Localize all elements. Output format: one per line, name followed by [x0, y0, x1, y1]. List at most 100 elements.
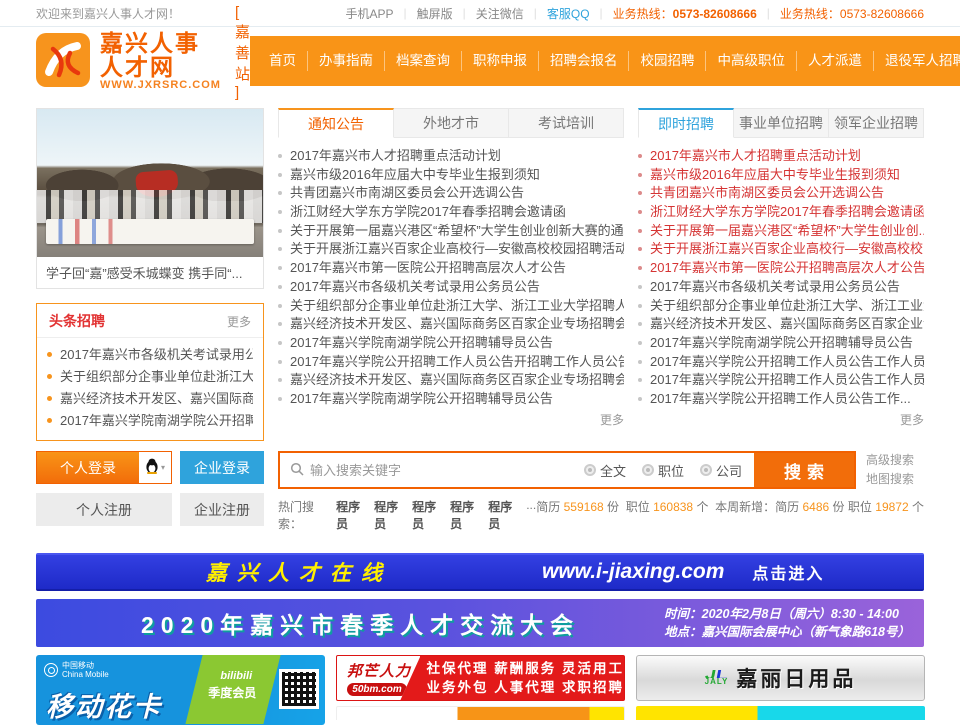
list-item[interactable]: 2017年嘉兴学院南湖学院公开招聘辅... — [47, 410, 253, 432]
tab-exam-training[interactable]: 考试培训 — [509, 108, 624, 138]
spring-jobfair-banner[interactable]: 2020年嘉兴市春季人才交流大会 时间：2020年2月8日（周六）8:30 - … — [36, 599, 924, 647]
nav-senior[interactable]: 中高级职位 — [705, 51, 796, 71]
notices-more-link[interactable]: 更多 — [278, 411, 624, 428]
search-panel: 全文 职位 公司 搜索 高级搜索 地图搜索 热门搜索： 程序员 程序员 程序员 — [278, 451, 924, 535]
site-url: WWW.JXRSRC.COM — [100, 79, 221, 91]
list-item[interactable]: 浙江财经大学东方学院2017年春季招聘会邀请函 — [638, 203, 924, 222]
partial-ad[interactable] — [336, 706, 625, 720]
list-item[interactable]: 嘉兴市级2016年应届大中专毕业生报到须知 — [638, 166, 924, 185]
nav-veteran[interactable]: 退役军人招聘 — [873, 51, 960, 71]
list-item[interactable]: 关于开展第一届嘉兴港区“希望杯”大学生创业创新大赛的通知 — [278, 222, 624, 241]
bangmang-hr-ad[interactable]: 邦芒人力 50bm.com 社保代理 薪酬服务 灵活用工 业务外包 人事代理 求… — [336, 655, 625, 701]
topbar-link-touch[interactable]: 触屏版 — [417, 5, 453, 22]
list-item[interactable]: 2017年嘉兴市第一医院公开招聘高层次人才公告 — [638, 259, 924, 278]
list-item[interactable]: 嘉兴经济技术开发区、嘉兴国际商务... — [47, 388, 253, 410]
tab-other-markets[interactable]: 外地才市 — [394, 108, 509, 138]
topbar-link-qq[interactable]: 客服QQ — [547, 5, 590, 22]
hot-keyword[interactable]: 程序员 — [374, 498, 404, 532]
nav-campus[interactable]: 校园招聘 — [628, 51, 705, 71]
list-item[interactable]: 关于组织部分企事业单位赴浙江大学、浙江工业大学招聘人才的... — [278, 297, 624, 316]
list-item[interactable]: 2017年嘉兴市第一医院公开招聘高层次人才公告 — [278, 259, 624, 278]
photo-caption[interactable]: 学子回“嘉”感受禾城蝶变 携手同“... — [37, 257, 263, 288]
jaly-ad[interactable]: JL JALY 嘉丽日用品 — [636, 655, 925, 701]
hot-keyword[interactable]: 程序员 — [488, 498, 518, 532]
search-input[interactable] — [310, 463, 574, 478]
qq-login-dropdown[interactable]: ▾ — [139, 452, 171, 483]
news-photo-card[interactable]: 学子回“嘉”感受禾城蝶变 携手同“... — [36, 108, 264, 289]
promo-text: 季度会员 — [208, 684, 256, 701]
list-item[interactable]: 2017年嘉兴学院公开招聘工作人员公告工作人员... — [638, 371, 924, 390]
nav-home[interactable]: 首页 — [258, 51, 307, 71]
topbar-link-wechat[interactable]: 关注微信 — [476, 5, 524, 22]
list-item[interactable]: 嘉兴经济技术开发区、嘉兴国际商务区百家企业专场招聘会公告 — [278, 315, 624, 334]
tab-leading-company[interactable]: 领军企业招聘 — [829, 108, 924, 138]
list-item[interactable]: 2017年嘉兴学院公开招聘工作人员公告工作... — [638, 390, 924, 409]
divider: | — [463, 6, 466, 20]
list-item[interactable]: 2017年嘉兴学院公开招聘工作人员公告开招聘工作人员公告开... — [278, 353, 624, 372]
nav-title-apply[interactable]: 职称申报 — [461, 51, 538, 71]
radio-icon — [700, 464, 712, 476]
station-selector[interactable]: [ 嘉善站 ] ∨ — [235, 4, 250, 118]
hot-keyword[interactable]: 程序员 — [450, 498, 480, 532]
list-item[interactable]: 关于开展第一届嘉兴港区“希望杯”大学生创业创... — [638, 222, 924, 241]
advanced-search-link[interactable]: 高级搜索 — [866, 451, 924, 470]
list-item[interactable]: 2017年嘉兴学院南湖学院公开招聘辅导员公告 — [278, 390, 624, 409]
notices-list: 2017年嘉兴市人才招聘重点活动计划 嘉兴市级2016年应届大中专毕业生报到须知… — [278, 147, 624, 409]
list-item[interactable]: 2017年嘉兴学院南湖学院公开招聘辅导员公告 — [638, 334, 924, 353]
topbar-link-app[interactable]: 手机APP — [345, 5, 393, 22]
hotline-2: 业务热线：0573-82608666 — [780, 5, 924, 22]
list-item[interactable]: 共青团嘉兴市南湖区委员会公开选调公告 — [638, 184, 924, 203]
search-button[interactable]: 搜索 — [754, 453, 854, 487]
company-register-button[interactable]: 企业注册 — [180, 493, 264, 526]
radio-fulltext[interactable]: 全文 — [584, 461, 626, 480]
site-logo[interactable]: 嘉兴人事人才网 WWW.JXRSRC.COM — [36, 31, 221, 91]
partial-ad[interactable] — [636, 706, 925, 720]
list-item[interactable]: 嘉兴经济技术开发区、嘉兴国际商务区百家企业专... — [638, 315, 924, 334]
headline-recruit-box: 头条招聘 更多 2017年嘉兴市各级机关考试录用公务... 关于组织部分企事业单… — [36, 303, 264, 441]
site-header: 嘉兴人事人才网 WWW.JXRSRC.COM [ 嘉善站 ] ∨ 首页 办事指南… — [0, 27, 960, 95]
nav-dispatch[interactable]: 人才派遣 — [796, 51, 873, 71]
jobs-more-link[interactable]: 更多 — [638, 411, 924, 428]
nav-archive[interactable]: 档案查询 — [384, 51, 461, 71]
search-side-links: 高级搜索 地图搜索 — [866, 451, 924, 489]
list-item[interactable]: 关于开展浙江嘉兴百家企业高校行—安徽高校校园... — [638, 240, 924, 259]
tab-notices[interactable]: 通知公告 — [278, 108, 394, 138]
divider: | — [600, 6, 603, 20]
list-item[interactable]: 关于组织部分企事业单位赴浙江大学、浙江工业大... — [638, 297, 924, 316]
radio-position[interactable]: 职位 — [642, 461, 684, 480]
china-mobile-ad[interactable]: 中国移动China Mobile 移动花卡 bilibili 季度会员 — [36, 655, 325, 725]
divider: | — [403, 6, 406, 20]
list-item[interactable]: 2017年嘉兴市人才招聘重点活动计划 — [638, 147, 924, 166]
list-item[interactable]: 嘉兴市级2016年应届大中专毕业生报到须知 — [278, 166, 624, 185]
hot-keyword[interactable]: 程序员 — [412, 498, 442, 532]
nav-jobfair[interactable]: 招聘会报名 — [538, 51, 629, 71]
site-name: 嘉兴人事人才网 — [100, 31, 221, 79]
personal-login-button[interactable]: 个人登录 — [37, 452, 139, 483]
headline-more-link[interactable]: 更多 — [227, 313, 251, 330]
mobile-card-title: 移动花卡 — [46, 685, 162, 724]
hotline-1: 业务热线：0573-82608666 — [613, 5, 757, 22]
list-item[interactable]: 2017年嘉兴市人才招聘重点活动计划 — [278, 147, 624, 166]
list-item[interactable]: 嘉兴经济技术开发区、嘉兴国际商务区百家企业专场招聘会公告 — [278, 371, 624, 390]
tab-public-institution[interactable]: 事业单位招聘 — [734, 108, 829, 138]
list-item[interactable]: 关于组织部分企事业单位赴浙江大学... — [47, 366, 253, 388]
list-item[interactable]: 2017年嘉兴学院公开招聘工作人员公告工作人员... — [638, 353, 924, 372]
tab-instant-jobs[interactable]: 即时招聘 — [638, 108, 734, 138]
list-item[interactable]: 2017年嘉兴市各级机关考试录用公务... — [47, 344, 253, 366]
map-search-link[interactable]: 地图搜索 — [866, 470, 924, 489]
nav-guide[interactable]: 办事指南 — [307, 51, 384, 71]
list-item[interactable]: 共青团嘉兴市南湖区委员会公开选调公告 — [278, 184, 624, 203]
search-scope-radios: 全文 职位 公司 — [584, 453, 754, 487]
list-item[interactable]: 2017年嘉兴市各级机关考试录用公务员公告 — [278, 278, 624, 297]
hot-keyword[interactable]: 程序员 — [336, 498, 366, 532]
list-item[interactable]: 浙江财经大学东方学院2017年春季招聘会邀请函 — [278, 203, 624, 222]
ads-row: 中国移动China Mobile 移动花卡 bilibili 季度会员 邦芒人力… — [36, 655, 924, 725]
list-item[interactable]: 关于开展浙江嘉兴百家企业高校行—安徽高校校园招聘活动的通... — [278, 240, 624, 259]
jiaxing-talent-online-banner[interactable]: 嘉兴人才在线 www.i-jiaxing.com 点击进入 — [36, 553, 924, 591]
radio-company[interactable]: 公司 — [700, 461, 742, 480]
company-login-button[interactable]: 企业登录 — [180, 451, 264, 484]
personal-register-button[interactable]: 个人注册 — [36, 493, 172, 526]
list-item[interactable]: 2017年嘉兴学院南湖学院公开招聘辅导员公告 — [278, 334, 624, 353]
divider: | — [534, 6, 537, 20]
list-item[interactable]: 2017年嘉兴市各级机关考试录用公务员公告 — [638, 278, 924, 297]
